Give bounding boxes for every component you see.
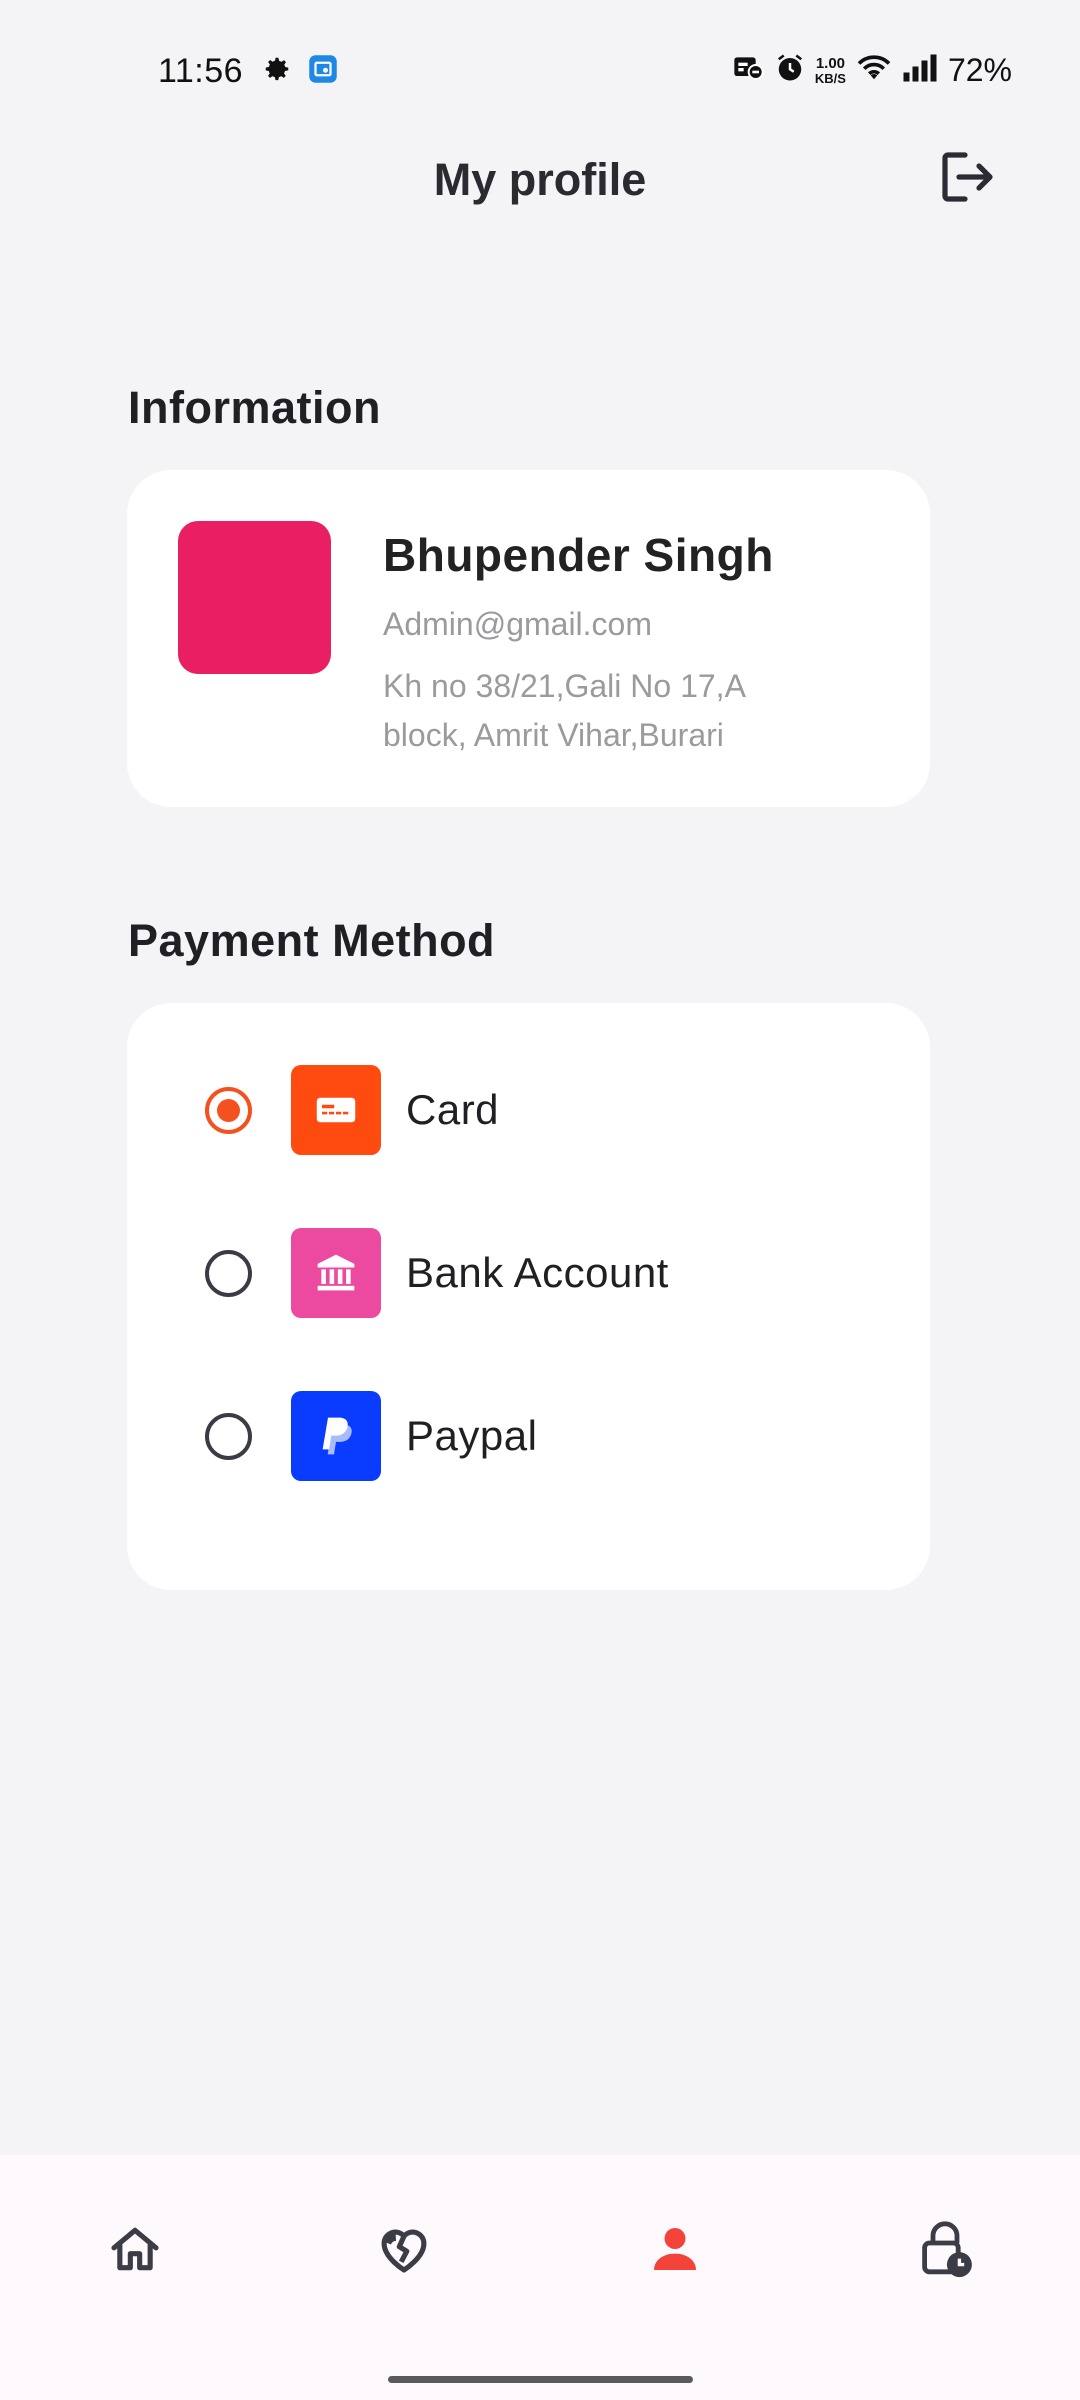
lock-clock-icon bbox=[916, 2219, 974, 2284]
battery-level: 72% bbox=[947, 52, 1012, 88]
payment-option-label: Card bbox=[406, 1086, 500, 1133]
payment-method-card: Card Bank Account Paypal bbox=[127, 1003, 930, 1590]
network-speed: 1.00 KB/S bbox=[815, 56, 846, 86]
nav-orders[interactable] bbox=[900, 2206, 990, 2296]
information-card: Bhupender Singh Admin@gmail.com Kh no 38… bbox=[127, 470, 930, 807]
logout-icon bbox=[938, 149, 996, 210]
network-speed-unit: KB/S bbox=[814, 70, 846, 86]
payment-option-paypal[interactable]: Paypal bbox=[127, 1391, 930, 1481]
logout-button[interactable] bbox=[934, 146, 1000, 212]
page-title: My profile bbox=[433, 154, 647, 205]
home-icon bbox=[107, 2221, 163, 2282]
user-address: Kh no 38/21,Gali No 17,A block, Amrit Vi… bbox=[383, 668, 745, 753]
status-icons-left bbox=[262, 54, 338, 89]
status-icons-right: 1.00 KB/S 72% bbox=[733, 52, 1012, 89]
screen-record-icon bbox=[733, 53, 765, 88]
signal-icon bbox=[902, 53, 938, 88]
app-notification-icon bbox=[308, 54, 338, 89]
payment-option-card[interactable]: Card bbox=[127, 1065, 930, 1155]
broken-heart-icon bbox=[375, 2221, 433, 2282]
user-email: Admin@gmail.com bbox=[383, 606, 652, 642]
person-icon bbox=[646, 2221, 704, 2282]
nav-home[interactable] bbox=[90, 2206, 180, 2296]
bank-icon bbox=[291, 1228, 381, 1318]
radio-paypal[interactable] bbox=[205, 1412, 252, 1460]
card-icon bbox=[291, 1065, 381, 1155]
information-heading: Information bbox=[128, 382, 381, 433]
payment-option-bank-account[interactable]: Bank Account bbox=[127, 1228, 930, 1318]
radio-bank-account[interactable] bbox=[205, 1249, 252, 1297]
home-indicator[interactable] bbox=[388, 2376, 693, 2383]
nav-favorites[interactable] bbox=[359, 2206, 449, 2296]
payment-option-label: Paypal bbox=[406, 1412, 538, 1459]
radio-card[interactable] bbox=[205, 1086, 252, 1134]
payment-method-heading: Payment Method bbox=[128, 915, 496, 966]
bottom-navigation bbox=[0, 2155, 1080, 2400]
header: My profile bbox=[0, 140, 1080, 220]
network-speed-value: 1.00 bbox=[815, 54, 846, 72]
status-time: 11:56 bbox=[158, 52, 244, 90]
paypal-icon bbox=[291, 1391, 381, 1481]
wifi-icon bbox=[856, 53, 892, 88]
settings-icon bbox=[262, 54, 292, 89]
alarm-icon bbox=[775, 53, 805, 88]
payment-option-label: Bank Account bbox=[406, 1249, 669, 1296]
user-name: Bhupender Singh bbox=[383, 529, 774, 581]
avatar[interactable] bbox=[178, 521, 331, 674]
nav-profile[interactable] bbox=[630, 2206, 720, 2296]
status-bar: 11:56 1.00 KB/S 72% bbox=[0, 0, 1080, 150]
